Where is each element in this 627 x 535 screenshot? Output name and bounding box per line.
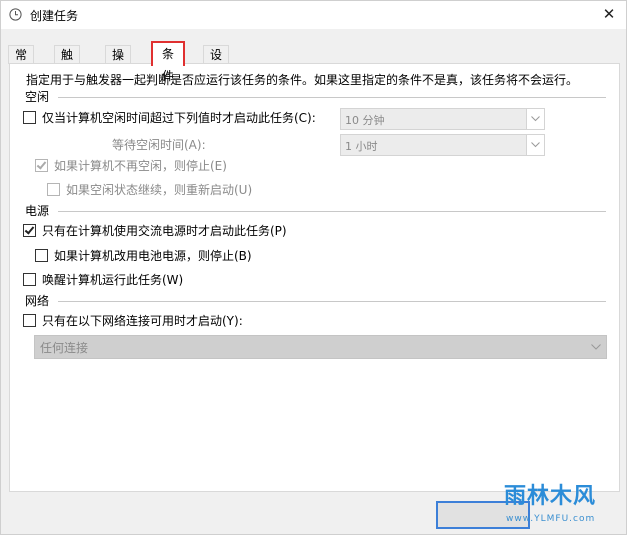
- site-watermark: 雨林木风 www.YLMFU.com: [492, 467, 622, 531]
- checkbox-box: [23, 224, 36, 237]
- close-button[interactable]: ✕: [592, 1, 626, 27]
- network-connection-value: 任何连接: [40, 341, 89, 355]
- power-section-label: 电源: [25, 204, 50, 218]
- idle-section-label: 空闲: [25, 90, 50, 104]
- idle-duration-dropdown[interactable]: 10 分钟: [340, 108, 545, 130]
- tab-actions[interactable]: 操作: [105, 45, 132, 80]
- tab-general[interactable]: 常规: [8, 45, 35, 80]
- wait-for-idle-value: 1 小时: [345, 140, 378, 153]
- create-task-window: 创建任务 ✕ 常规 触发器 操作 条件 设置 指定用于与触发器一起判断是否应运行…: [0, 0, 627, 535]
- window-title: 创建任务: [30, 9, 79, 23]
- tab-triggers[interactable]: 触发器: [54, 45, 81, 98]
- title-bar: 创建任务 ✕: [1, 1, 626, 29]
- restart-if-idle-resumes-checkbox[interactable]: 如果空闲状态继续，则重新启动(U): [47, 181, 252, 198]
- checkbox-box: [35, 249, 48, 262]
- ac-power-only-checkbox[interactable]: 只有在计算机使用交流电源时才启动此任务(P): [23, 222, 287, 239]
- network-section-label: 网络: [25, 294, 50, 308]
- stop-if-not-idle-label: 如果计算机不再空闲，则停止(E): [54, 159, 227, 173]
- tab-settings[interactable]: 设置: [203, 45, 230, 80]
- conditions-panel: 指定用于与触发器一起判断是否应运行该任务的条件。如果这里指定的条件不是真，该任务…: [9, 63, 620, 492]
- checkbox-box: [23, 273, 36, 286]
- start-only-if-idle-label: 仅当计算机空闲时间超过下列值时才启动此任务(C):: [42, 111, 316, 125]
- watermark-text: 雨林木风: [504, 484, 597, 509]
- checkbox-box: [23, 314, 36, 327]
- stop-on-battery-checkbox[interactable]: 如果计算机改用电池电源，则停止(B): [35, 247, 252, 264]
- wake-to-run-label: 唤醒计算机运行此任务(W): [42, 273, 184, 287]
- restart-if-idle-resumes-label: 如果空闲状态继续，则重新启动(U): [66, 183, 253, 197]
- checkbox-box: [23, 111, 36, 124]
- chevron-down-icon: [531, 142, 540, 148]
- power-divider: [58, 211, 606, 212]
- watermark-url: www.YLMFU.com: [506, 514, 596, 524]
- wake-to-run-checkbox[interactable]: 唤醒计算机运行此任务(W): [23, 271, 183, 288]
- network-connection-dropdown[interactable]: 任何连接: [34, 335, 607, 359]
- close-icon: ✕: [602, 5, 616, 23]
- wait-for-idle-dropdown[interactable]: 1 小时: [340, 134, 545, 156]
- stop-on-battery-label: 如果计算机改用电池电源，则停止(B): [54, 249, 252, 263]
- chevron-down-icon: [531, 116, 540, 122]
- start-only-if-idle-checkbox[interactable]: 仅当计算机空闲时间超过下列值时才启动此任务(C):: [23, 109, 316, 126]
- wait-for-idle-label: 等待空闲时间(A):: [112, 138, 206, 152]
- chevron-down-icon: [591, 344, 601, 350]
- dialog-body: 常规 触发器 操作 条件 设置 指定用于与触发器一起判断是否应运行该任务的条件。…: [1, 29, 626, 534]
- idle-divider: [58, 97, 606, 98]
- tab-conditions[interactable]: 条件: [151, 41, 186, 83]
- checkbox-box: [47, 183, 60, 196]
- conditions-description: 指定用于与触发器一起判断是否应运行该任务的条件。如果这里指定的条件不是真，该任务…: [26, 73, 579, 87]
- stop-if-not-idle-checkbox[interactable]: 如果计算机不再空闲，则停止(E): [35, 157, 227, 174]
- network-divider: [58, 301, 606, 302]
- network-available-checkbox[interactable]: 只有在以下网络连接可用时才启动(Y):: [23, 312, 243, 329]
- idle-duration-value: 10 分钟: [345, 114, 385, 127]
- ac-power-only-label: 只有在计算机使用交流电源时才启动此任务(P): [42, 224, 287, 238]
- clock-icon: [9, 8, 22, 21]
- network-available-label: 只有在以下网络连接可用时才启动(Y):: [42, 314, 243, 328]
- checkbox-box: [35, 159, 48, 172]
